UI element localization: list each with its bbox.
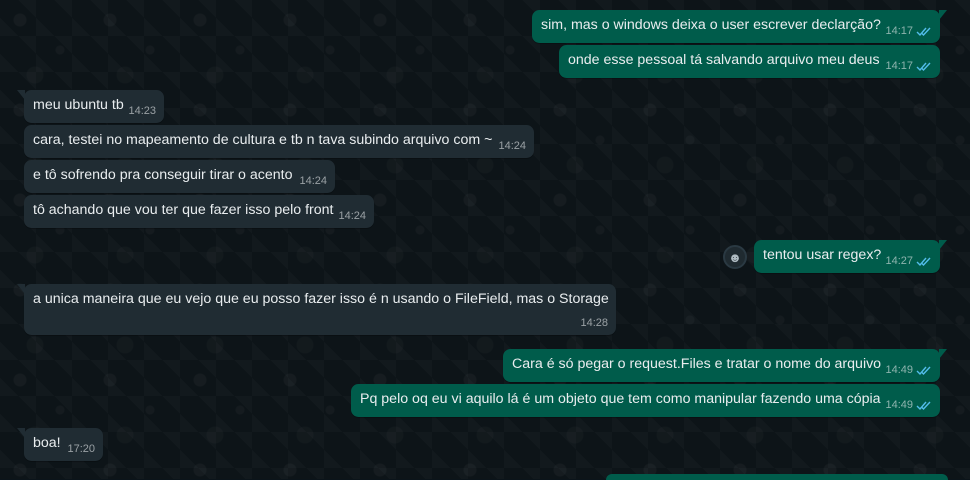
message-text: Pq pelo oq eu vi aquilo lá é um objeto q… (360, 391, 881, 407)
message-text: sim, mas o windows deixa o user escrever… (541, 17, 881, 33)
double-check-icon (916, 400, 932, 411)
message-meta: 14:24 (299, 174, 327, 189)
message-bubble-incoming[interactable]: boa! 17:20 (17, 428, 103, 461)
message-bubble-incoming[interactable]: a unica maneira que eu vejo que eu posso… (17, 284, 616, 335)
message-time: 14:17 (885, 60, 913, 72)
message-meta: 14:49 (885, 398, 932, 413)
message-bubble-outgoing[interactable]: Cara é só pegar o request.Files e tratar… (503, 349, 947, 382)
message-bubble-outgoing[interactable]: Pq pelo oq eu vi aquilo lá é um objeto q… (351, 384, 940, 417)
message-time: 14:24 (498, 140, 526, 152)
message-meta: 14:17 (885, 59, 932, 74)
message-meta: 14:49 (885, 363, 932, 378)
message-time: 17:20 (67, 443, 95, 455)
emoji-smile-icon[interactable]: ☻ (723, 245, 747, 269)
message-text: meu ubuntu tb (33, 97, 124, 113)
message-bubble-outgoing[interactable]: sim, mas o windows deixa o user escrever… (532, 10, 947, 43)
message-time: 14:24 (299, 175, 327, 187)
double-check-icon (916, 61, 932, 72)
message-meta: 14:28 (580, 316, 608, 331)
double-check-icon (916, 365, 932, 376)
message-time: 14:49 (885, 399, 913, 411)
message-meta: 14:24 (498, 139, 526, 154)
message-bubble-incoming[interactable]: cara, testei no mapeamento de cultura e … (24, 125, 534, 158)
message-text: Cara é só pegar o request.Files e tratar… (512, 356, 882, 372)
message-bubble-outgoing[interactable]: onde esse pessoal tá salvando arquivo me… (559, 45, 940, 78)
message-meta: 14:27 (885, 254, 932, 269)
message-text: tô achando que vou ter que fazer isso pe… (33, 202, 334, 218)
message-text: e tô sofrendo pra conseguir tirar o acen… (33, 167, 293, 183)
message-time: 14:27 (885, 255, 913, 267)
message-text: cara, testei no mapeamento de cultura e … (33, 132, 493, 148)
message-meta: 14:24 (338, 209, 366, 224)
message-time: 14:24 (338, 210, 366, 222)
message-meta: 14:23 (128, 104, 156, 119)
message-text: boa! (33, 435, 61, 451)
message-meta: 17:20 (67, 442, 95, 457)
double-check-icon (916, 26, 932, 37)
message-bubble-outgoing-partial[interactable] (606, 474, 948, 480)
message-bubble-incoming[interactable]: tô achando que vou ter que fazer isso pe… (24, 195, 374, 228)
message-time: 14:49 (885, 364, 913, 376)
message-time: 14:23 (128, 105, 156, 117)
message-time: 14:28 (580, 317, 608, 329)
message-bubble-incoming[interactable]: e tô sofrendo pra conseguir tirar o acen… (24, 160, 335, 193)
message-text: tentou usar regex? (763, 247, 882, 263)
message-text: a unica maneira que eu vejo que eu posso… (33, 291, 609, 307)
message-text: onde esse pessoal tá salvando arquivo me… (568, 52, 880, 68)
message-bubble-outgoing[interactable]: tentou usar regex? 14:27 (754, 240, 947, 273)
message-time: 14:17 (885, 25, 913, 37)
message-bubble-incoming[interactable]: meu ubuntu tb 14:23 (17, 90, 164, 123)
double-check-icon (916, 256, 932, 267)
message-meta: 14:17 (885, 24, 932, 39)
